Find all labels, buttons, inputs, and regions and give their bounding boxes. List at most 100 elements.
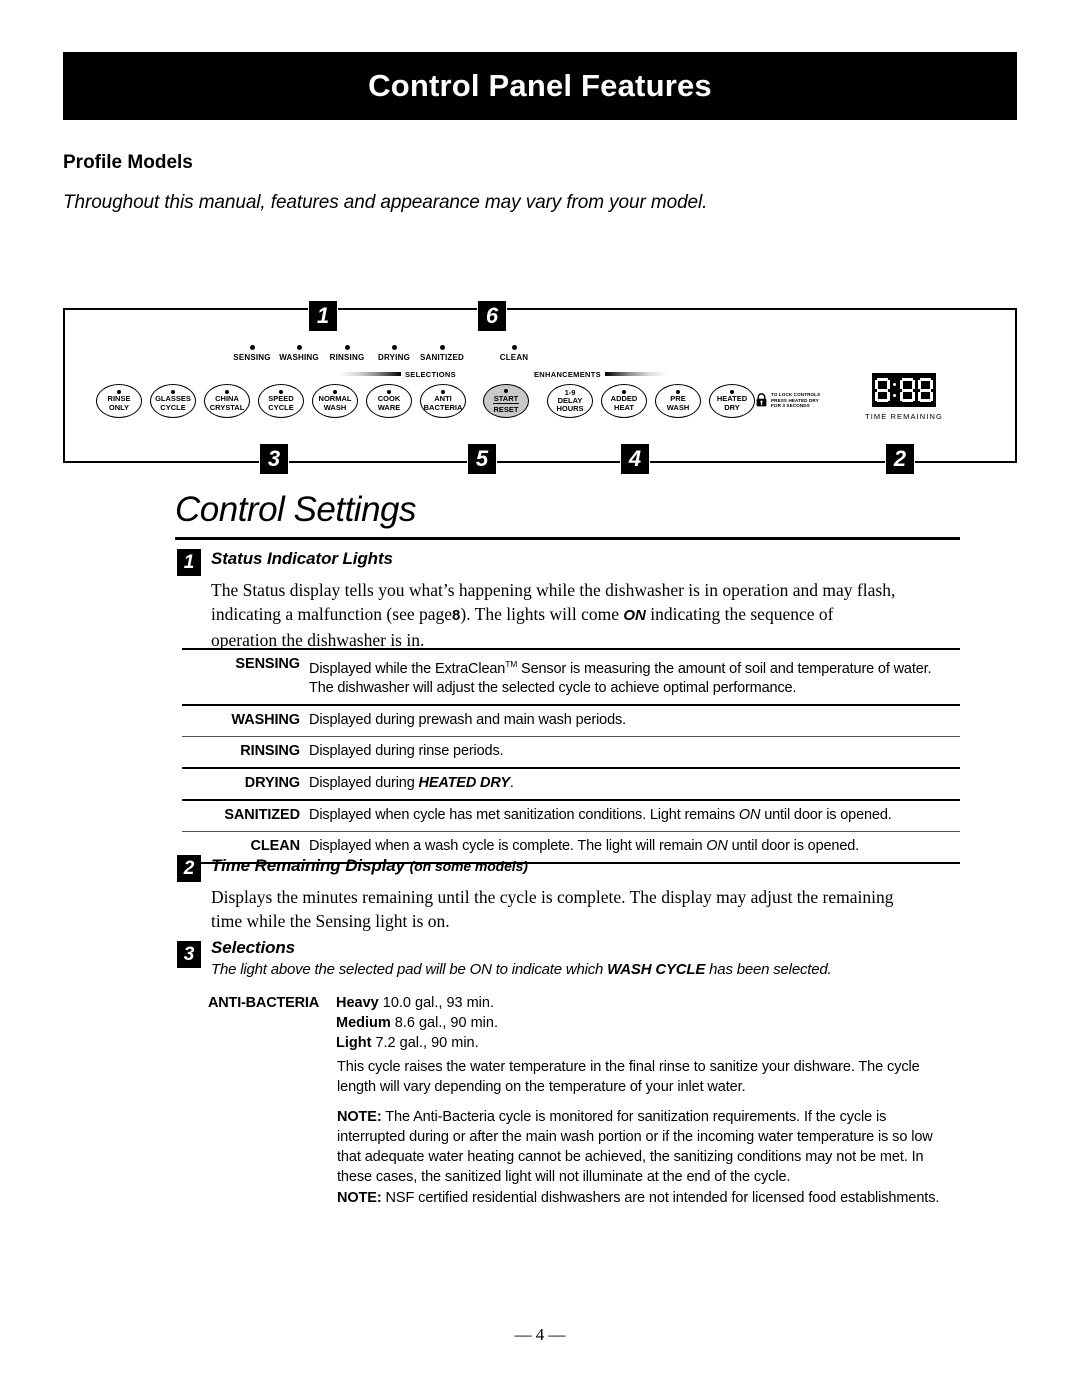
on-emphasis: ON [706,837,728,854]
led-dot-clean [511,345,517,350]
section-number-3: 3 [177,941,201,968]
control-settings-title: Control Settings [175,490,417,529]
paragraph-line: these cases, the sanitized light will no… [337,1169,791,1185]
led-dot-washing [296,345,302,350]
row-text: Sensor is measuring the amount of soil a… [517,660,932,677]
table-row: WASHING Displayed during prewash and mai… [182,703,960,736]
on-emphasis: ON [738,806,761,823]
anti-bacteria-spec-block: ANTI-BACTERIA Heavy 10.0 gal., 93 min. M… [208,993,960,1053]
spec-line: Light 7.2 gal., 90 min. [336,1033,498,1053]
row-text: until door is opened. [727,837,860,854]
status-light-sanitized: SANITIZED [413,345,471,362]
pad-cook-ware[interactable]: COOK WARE [366,384,412,418]
selections-section-label: SELECTIONS [339,369,456,379]
selections-label-text: SELECTIONS [405,369,456,379]
row-text: The dishwasher will adjust the selected … [309,679,797,696]
paragraph-line: The Status display tells you what’s happ… [211,580,896,600]
pad-normal-wash[interactable]: NORMAL WASH [312,384,358,418]
section-heading-time-remaining-display: Time Remaining Display (on some models) [211,856,528,876]
time-remaining-caption: TIME REMAINING [865,412,943,421]
row-text: . [509,774,514,791]
note-label: NOTE: [337,1109,382,1125]
page-header-banner: Control Panel Features [63,52,1017,120]
status-lights-paragraph: The Status display tells you what’s happ… [211,578,961,652]
pad-added-heat[interactable]: ADDED HEAT [601,384,647,418]
status-light-label: CLEAN [499,353,529,362]
paragraph-line: Displays the minutes remaining until the… [211,887,894,907]
row-label-sanitized: SANITIZED [224,806,300,823]
paragraph-line: interrupted during or after the main was… [337,1129,933,1145]
table-row: RINSING Displayed during rinse periods. [182,735,960,767]
row-value: Displayed when a wash cycle is complete.… [309,837,960,856]
callout-3: 3 [260,444,288,474]
led-dot-drying [391,345,397,350]
display-colon [893,378,897,402]
row-text: Displayed when cycle has met sanitizatio… [309,806,739,823]
pad-rinse-only[interactable]: RINSE ONLY [96,384,142,418]
row-label-clean: CLEAN [250,837,301,854]
spec-line: Medium 8.6 gal., 90 min. [336,1013,498,1033]
row-value: Displayed when cycle has met sanitizatio… [309,806,960,825]
gradient-bar-icon [339,372,401,376]
intro-note: Throughout this manual, features and app… [63,192,708,213]
spec-key-anti-bacteria: ANTI-BACTERIA [208,995,319,1011]
pad-pre-wash[interactable]: PRE WASH [655,384,701,418]
spec-text: 8.6 gal., 90 min. [390,1015,498,1031]
section-heading-text: Time Remaining Display [211,856,405,875]
row-value: Displayed during HEATED DRY. [309,774,960,793]
pad-label-line2: CYCLE [268,402,294,412]
pad-glasses-cycle[interactable]: GLASSES CYCLE [150,384,196,418]
pad-label-line2: HEAT [614,402,634,412]
enhancements-label-text: ENHANCEMENTS [534,369,601,379]
row-text: until door is opened. [760,806,892,823]
enhancements-section-label: ENHANCEMENTS [534,369,667,379]
callout-6: 6 [478,301,506,331]
wash-cycle-emphasis: WASH CYCLE [607,961,706,978]
table-row: SANITIZED Displayed when cycle has met s… [182,798,960,831]
pad-label-line3: HOURS [556,404,584,413]
heated-dry-emphasis: HEATED DRY [418,774,511,791]
pad-label-line2: BACTERIA [423,402,463,412]
time-remaining-paragraph: Displays the minutes remaining until the… [211,885,961,933]
page-title: Control Panel Features [368,68,712,103]
spec-line: Heavy 10.0 gal., 93 min. [336,993,498,1013]
pad-delay-hours[interactable]: 1-9 DELAY HOURS [547,384,593,418]
time-remaining-display [872,373,936,407]
row-label-drying: DRYING [244,774,300,791]
led-dot-rinsing [344,345,350,350]
pad-label-line2: CRYSTAL [209,402,245,412]
pad-label-start: START [492,393,520,404]
pad-label-line2: ONLY [108,402,130,412]
status-light-label: SANITIZED [419,353,465,362]
pad-label-line2: CYCLE [160,402,186,412]
row-value: Displayed during prewash and main wash p… [309,711,626,728]
pad-heated-dry[interactable]: HEATED DRY [709,384,755,418]
row-value: Displayed while the ExtraCleanTM Sensor … [309,655,960,698]
anti-bacteria-note-1: NOTE: The Anti-Bacteria cycle is monitor… [337,1107,960,1187]
section-number-1: 1 [177,549,201,576]
pad-china-crystal[interactable]: CHINA CRYSTAL [204,384,250,418]
led-dot-icon [504,388,508,393]
pad-label-line2: DRY [724,402,740,412]
paragraph-line: ). The lights will come [460,604,619,624]
section-heading-selections: Selections [211,938,296,957]
paragraph-line: that adequate water heating cannot be ac… [337,1149,924,1165]
row-label-rinsing: RINSING [240,742,300,759]
pad-speed-cycle[interactable]: SPEED CYCLE [258,384,304,418]
paragraph-line: This cycle raises the water temperature … [337,1059,920,1075]
spec-values: Heavy 10.0 gal., 93 min. Medium 8.6 gal.… [336,993,498,1053]
anti-bacteria-note-2: NOTE: NSF certified residential dishwash… [337,1188,960,1208]
row-text: Displayed when a wash cycle is complete.… [309,837,707,854]
pad-anti-bacteria[interactable]: ANTI BACTERIA [420,384,466,418]
on-emphasis: ON [623,607,646,624]
section-heading-status-indicator-lights: Status Indicator Lights [211,549,393,568]
paragraph-line: operation the dishwasher is in. [211,630,425,650]
spec-row: ANTI-BACTERIA Heavy 10.0 gal., 93 min. M… [208,993,960,1053]
trademark-mark: TM [505,659,518,669]
led-dot-sensing [249,345,255,350]
subline-text: has been selected. [705,961,832,978]
row-text: Displayed while the ExtraClean [309,660,506,677]
note-label: NOTE: [337,1190,382,1206]
pad-start-reset[interactable]: START RESET [483,384,529,418]
lock-icon [756,393,767,407]
